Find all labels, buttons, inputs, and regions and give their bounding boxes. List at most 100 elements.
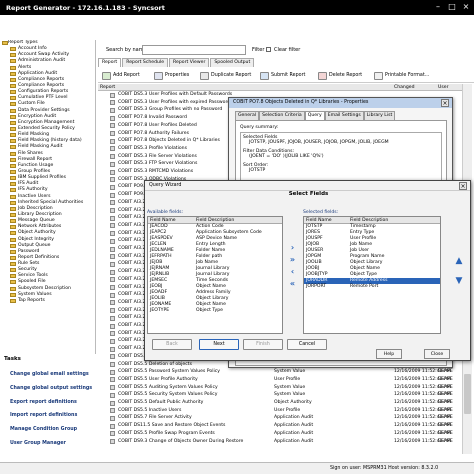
tab[interactable]: Report Schedule	[122, 58, 169, 67]
task-link[interactable]: Import report definitions	[0, 409, 96, 423]
report-type-icon	[10, 83, 16, 88]
report-name: COBIT AI3.2	[118, 207, 146, 213]
report-user: BSAFE	[438, 415, 453, 421]
report-icon	[110, 238, 115, 244]
report-icon	[110, 315, 115, 321]
table-row[interactable]: COBIT DS11.5 Save and Restore Object Eve…	[98, 422, 462, 430]
tab[interactable]: Spooled Output	[210, 58, 255, 67]
report-user: BSAFE	[438, 407, 453, 413]
properties-tab[interactable]: Selection Criteria	[259, 111, 305, 120]
move-up-icon[interactable]: ▲	[453, 256, 465, 266]
report-name: COBIT DS5.3 User Profiles with Default P…	[118, 92, 233, 97]
help-button[interactable]: Help	[376, 349, 402, 359]
report-icon	[110, 277, 115, 283]
report-name: COBIT AI3.2	[118, 261, 146, 267]
report-type-icon	[10, 243, 16, 248]
minimize-icon[interactable]: –	[432, 2, 444, 12]
properties-tab[interactable]: Email Settings	[324, 111, 364, 120]
report-type-icon	[10, 96, 16, 101]
remove-all-fields-icon[interactable]: «	[286, 280, 299, 288]
scrollbar-thumb[interactable]	[464, 374, 471, 414]
report-icon	[110, 115, 115, 121]
move-down-icon[interactable]: ▼	[453, 276, 465, 286]
report-icon	[110, 231, 115, 237]
task-link[interactable]: Change global output settings	[0, 382, 96, 396]
properties-title: COBIT PO7.8 Objects Deleted in Q* Librar…	[229, 98, 452, 108]
report-name: COBIT AI3.2	[118, 346, 146, 352]
add-field-icon[interactable]: ›	[286, 244, 299, 252]
table-row[interactable]: COBIT DS5.7 File Server Activity Applicat…	[98, 414, 462, 422]
table-row[interactable]: COBIT DS9.3 Change of Objects Owner Duri…	[98, 438, 462, 446]
selected-col-name[interactable]: Field Name	[306, 218, 332, 223]
properties-tab[interactable]: Query	[304, 111, 325, 120]
table-row[interactable]: COBIT DS5.5 Security System Values Polic…	[98, 391, 462, 399]
table-row[interactable]: COBIT DS5.5 Default Public Authority Obje…	[98, 399, 462, 407]
properties-tab[interactable]: Library List	[363, 111, 396, 120]
duplicate-report-button[interactable]: Duplicate Report	[200, 71, 251, 81]
printer-icon	[374, 72, 383, 80]
cancel-button[interactable]: Cancel	[287, 339, 327, 350]
table-row[interactable]: COBIT DS5.5 User Profile Authority User P…	[98, 376, 462, 384]
dialog-close-button[interactable]: Close	[424, 349, 450, 359]
search-bar: Search by name Filter Clear filter	[98, 45, 474, 57]
table-row[interactable]: COBIT DS5.5 Inactive Users User Profile 12…	[98, 407, 462, 415]
filter-button[interactable]: Filter	[252, 47, 264, 53]
properties-tab[interactable]: General	[235, 111, 260, 120]
close-icon[interactable]: ×	[460, 2, 472, 12]
report-types-tree[interactable]: Report Types Account Info Account Swap Ac…	[0, 40, 96, 354]
report-name: COBIT DS5.5 Password System Values Polic…	[118, 369, 221, 375]
remove-field-icon[interactable]: ‹	[286, 268, 299, 276]
task-link[interactable]: Change global email settings	[0, 368, 96, 382]
report-type-icon	[10, 225, 16, 230]
selected-fields-list[interactable]: Field Name Field Description JOTSTP Timest…	[303, 216, 441, 334]
report-name: COBIT AI3.2	[118, 269, 146, 275]
report-type-icon	[10, 188, 16, 193]
task-link[interactable]: Manage Condition Group	[0, 423, 96, 437]
selected-col-desc[interactable]: Field Description	[350, 218, 388, 223]
report-type: User Profile	[274, 376, 301, 382]
printable-format-button[interactable]: Printable Format...	[374, 71, 429, 81]
table-row[interactable]: COBIT DS5.5 Profile Swap Program Events A…	[98, 430, 462, 438]
field-row[interactable]: JORPORT Remote Port	[304, 284, 440, 290]
report-icon	[110, 246, 115, 252]
report-type: Application Audit	[274, 430, 314, 436]
properties-button[interactable]: Properties	[154, 71, 189, 81]
task-link[interactable]: User Group Manager	[0, 437, 96, 451]
available-col-name[interactable]: Field Name	[150, 218, 176, 223]
col-changed[interactable]: Changed	[394, 85, 415, 90]
report-icon	[110, 323, 115, 329]
dialog-close-icon[interactable]: ×	[441, 99, 449, 107]
back-button[interactable]: Back	[152, 339, 192, 350]
add-report-button[interactable]: Add Report	[102, 71, 140, 81]
report-user: BSAFE	[438, 430, 453, 436]
report-user: BSAFE	[438, 423, 453, 429]
report-icon	[110, 254, 115, 260]
report-name: COBIT DS5.5 Default Public Authority	[118, 400, 204, 405]
report-icon	[110, 208, 115, 213]
tab[interactable]: Report Viewer	[169, 58, 210, 67]
col-report[interactable]: Report	[100, 85, 115, 90]
next-button[interactable]: Next	[199, 339, 239, 350]
delete-icon	[318, 72, 327, 80]
task-link[interactable]: Export report definitions	[0, 396, 96, 410]
add-all-fields-icon[interactable]: »	[286, 256, 299, 264]
tree-item[interactable]: Tap Reports	[0, 298, 95, 304]
col-user[interactable]: User	[438, 85, 448, 90]
maximize-icon[interactable]: □	[446, 2, 458, 12]
available-fields-list[interactable]: Field Name Field Description JEACOD Action…	[147, 216, 283, 334]
table-row[interactable]: COBIT DS5.5 Auditing System Values Polic…	[98, 384, 462, 392]
field-row[interactable]: JEOTYPE Object Type	[148, 308, 282, 314]
report-type-icon	[10, 126, 16, 131]
available-col-desc[interactable]: Field Description	[196, 218, 234, 223]
report-type: User Profile	[274, 407, 301, 413]
report-icon	[110, 285, 115, 290]
wizard-close-icon[interactable]: ×	[459, 182, 467, 190]
table-row[interactable]: COBIT DS5.5 Password System Values Polic…	[98, 368, 462, 376]
search-input[interactable]	[142, 45, 246, 55]
submit-report-button[interactable]: Submit Report	[260, 71, 305, 81]
delete-report-button[interactable]: Delete Report	[318, 71, 362, 81]
filter-checkbox[interactable]	[266, 47, 271, 52]
tab[interactable]: Report	[98, 58, 122, 67]
report-icon	[110, 300, 115, 306]
finish-button[interactable]: Finish	[243, 339, 283, 350]
